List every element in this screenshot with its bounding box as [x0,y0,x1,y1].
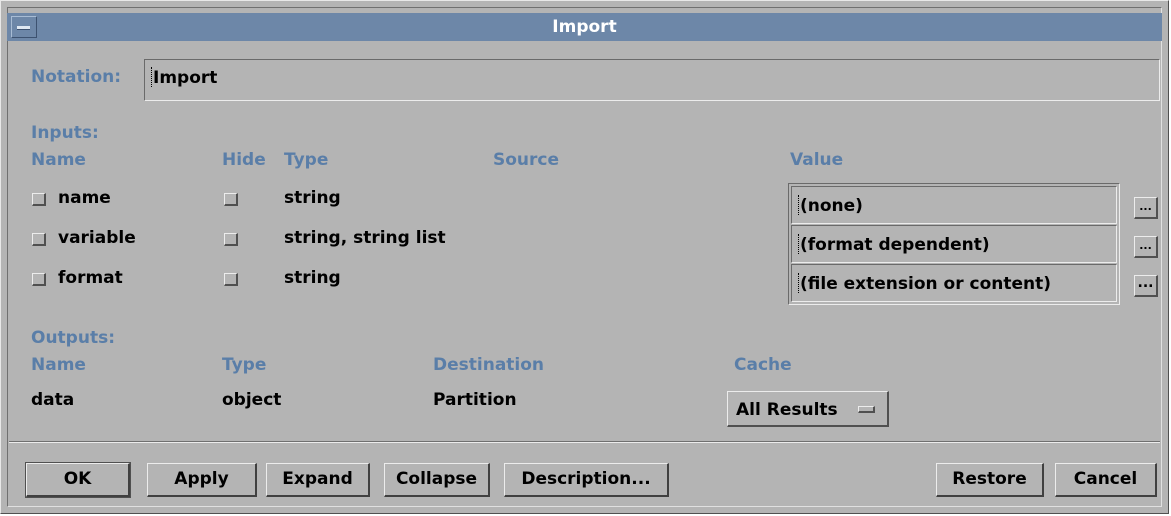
input-name: format [58,268,123,288]
input-select-checkbox-name[interactable] [32,193,46,206]
input-select-checkbox-variable[interactable] [32,233,46,246]
output-type: object [222,390,282,410]
inputs-section-label: Inputs: [31,123,99,143]
value-browse-button-variable[interactable]: ... [1134,236,1158,258]
value-field-name[interactable]: (none) [791,186,1117,224]
restore-button[interactable]: Restore [936,463,1044,497]
separator [9,441,1160,443]
input-hide-checkbox-format[interactable] [224,273,238,286]
cache-option-menu[interactable]: All Results [727,391,889,427]
notation-field[interactable]: Import [144,59,1160,101]
input-type: string [284,268,341,288]
outputs-header-name: Name [31,355,86,375]
input-name: name [58,188,111,208]
cache-selected-value: All Results [736,400,838,420]
value-field-variable[interactable]: (format dependent) [791,225,1117,263]
window-title: Import [552,17,617,37]
option-menu-indicator-icon [858,406,875,413]
inputs-header-hide: Hide [222,150,266,170]
cancel-button[interactable]: Cancel [1055,463,1157,497]
inputs-header-type: Type [284,150,329,170]
notation-label: Notation: [31,67,122,87]
value-fields-frame: (none) (format dependent) (file extensio… [788,183,1120,305]
inputs-header-source: Source [493,150,560,170]
inputs-header-value: Value [790,150,844,170]
value-text: (file extension or content) [800,274,1052,294]
apply-button[interactable]: Apply [147,463,257,497]
input-hide-checkbox-variable[interactable] [224,233,238,246]
input-hide-checkbox-name[interactable] [224,193,238,206]
value-browse-button-name[interactable]: ... [1134,197,1158,219]
expand-button[interactable]: Expand [266,463,370,497]
outputs-header-cache: Cache [734,355,792,375]
value-browse-button-format[interactable]: ... [1134,275,1158,297]
input-type: string, string list [284,228,446,248]
description-button[interactable]: Description... [504,463,669,497]
outputs-section-label: Outputs: [31,328,115,348]
collapse-button[interactable]: Collapse [384,463,490,497]
input-type: string [284,188,341,208]
inputs-header-name: Name [31,150,86,170]
output-name: data [31,390,75,410]
ok-button[interactable]: OK [25,462,131,498]
input-name: variable [58,228,136,248]
outputs-header-destination: Destination [433,355,545,375]
value-field-format[interactable]: (file extension or content) [791,264,1117,302]
import-dialog: Import Notation: Import Inputs: Name Hid… [0,0,1169,514]
value-text: (none) [800,196,863,216]
input-select-checkbox-format[interactable] [32,273,46,286]
output-destination: Partition [433,390,517,410]
notation-value: Import [153,68,218,88]
title-bar[interactable]: Import [7,13,1162,41]
outputs-header-type: Type [222,355,267,375]
value-text: (format dependent) [800,235,990,255]
